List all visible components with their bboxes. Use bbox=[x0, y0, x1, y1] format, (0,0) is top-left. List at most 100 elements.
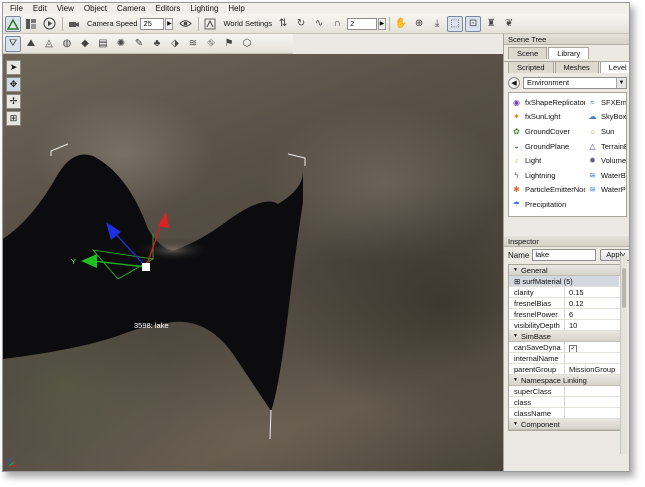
property-row[interactable]: className bbox=[509, 408, 625, 419]
library-item[interactable]: ♁ Light bbox=[509, 153, 585, 168]
section-header[interactable]: ▼ Namespace Linking bbox=[509, 375, 625, 386]
gui-editor-icon[interactable] bbox=[23, 16, 39, 32]
scrollbar-thumb[interactable] bbox=[622, 268, 626, 308]
decal-editor-icon[interactable]: ✎ bbox=[131, 36, 147, 52]
snap-size-arrow-icon[interactable]: ▶ bbox=[378, 17, 387, 30]
section-header[interactable]: ▼ SimBase bbox=[509, 331, 625, 342]
camera-speed-field[interactable]: 25 bbox=[140, 17, 165, 30]
property-value[interactable]: 0.15 bbox=[565, 287, 584, 297]
shape-editor-icon[interactable]: ◆ bbox=[77, 36, 93, 52]
property-value[interactable]: ✓ bbox=[565, 342, 577, 352]
world-settings-icon[interactable] bbox=[202, 16, 218, 32]
library-item[interactable]: ☂ Precipitation bbox=[509, 197, 585, 212]
frame-icon[interactable]: ⊡ bbox=[465, 15, 482, 32]
property-value[interactable]: 10 bbox=[565, 320, 577, 330]
convex-editor-icon[interactable]: ⬡ bbox=[239, 36, 255, 52]
library-item[interactable]: ≋ WaterBlock bbox=[585, 168, 626, 183]
property-row[interactable]: fresnelPower 6 bbox=[509, 309, 625, 320]
menu-lighting[interactable]: Lighting bbox=[185, 3, 223, 14]
property-row[interactable]: superClass bbox=[509, 386, 625, 397]
inspector-scrollbar[interactable] bbox=[620, 256, 627, 454]
camera-speed-arrow-icon[interactable]: ▶ bbox=[165, 17, 174, 30]
magnet-icon[interactable]: ∩ bbox=[329, 16, 345, 32]
property-value[interactable] bbox=[565, 397, 569, 407]
menu-camera[interactable]: Camera bbox=[112, 3, 150, 14]
property-row[interactable]: internalName bbox=[509, 353, 625, 364]
select-box-icon[interactable]: ⬚ bbox=[447, 15, 464, 32]
property-row[interactable]: parentGroup MissionGroup bbox=[509, 364, 625, 375]
library-item[interactable]: ✱ ParticleEmitterNode bbox=[509, 183, 585, 198]
menu-file[interactable]: File bbox=[5, 3, 28, 14]
drop-icon[interactable]: ⤓ bbox=[429, 16, 445, 32]
material-editor-icon[interactable]: ◍ bbox=[59, 36, 75, 52]
property-value[interactable]: MissionGroup bbox=[565, 364, 615, 374]
river-editor-icon[interactable]: ≋ bbox=[185, 36, 201, 52]
snap-soft-icon[interactable]: ∿ bbox=[311, 16, 327, 32]
mesh-road-icon[interactable]: ⬗ bbox=[167, 36, 183, 52]
menu-help[interactable]: Help bbox=[223, 3, 249, 14]
property-row[interactable]: visibilityDepth 10 bbox=[509, 320, 625, 331]
property-row[interactable]: clarity 0.15 bbox=[509, 287, 625, 298]
subtab-level[interactable]: Level bbox=[599, 61, 629, 73]
subtab-meshes[interactable]: Meshes bbox=[554, 61, 599, 73]
rotate-tool-icon[interactable]: ✢ bbox=[6, 94, 21, 109]
eye-icon[interactable] bbox=[177, 16, 193, 32]
property-value[interactable]: 6 bbox=[565, 309, 573, 319]
select-arrow-icon[interactable]: ➤ bbox=[6, 60, 21, 75]
road-editor-icon[interactable]: ⛗ bbox=[203, 36, 219, 52]
library-item[interactable]: ≋ WaterPlane bbox=[585, 183, 626, 198]
property-value[interactable] bbox=[565, 386, 569, 396]
snap-size-field[interactable]: 2 bbox=[347, 17, 378, 30]
property-row[interactable]: ⊞ surfMaterial (5) bbox=[509, 276, 625, 287]
tab-scene[interactable]: Scene bbox=[508, 47, 548, 59]
snap-grid-icon[interactable]: ⇅ bbox=[275, 16, 291, 32]
property-row[interactable]: fresnelBias 0.12 bbox=[509, 298, 625, 309]
library-item[interactable]: ☁ SkyBox bbox=[585, 110, 627, 125]
3d-viewport[interactable]: Y 3598: lake bbox=[3, 54, 503, 471]
library-item[interactable]: ◉ fxShapeReplicator bbox=[509, 95, 585, 110]
property-value[interactable] bbox=[565, 408, 569, 418]
move-tool-icon[interactable]: ✥ bbox=[6, 77, 21, 92]
name-field[interactable]: lake bbox=[532, 249, 597, 261]
library-item[interactable]: ≈ SFXEmitter bbox=[585, 95, 626, 110]
leaf-icon[interactable]: ❦ bbox=[501, 16, 517, 32]
property-key-text: fresnelPower bbox=[514, 310, 558, 319]
back-arrow-icon[interactable]: ◀ bbox=[508, 76, 520, 89]
menu-edit[interactable]: Edit bbox=[28, 3, 52, 14]
play-icon[interactable] bbox=[41, 16, 57, 32]
property-value[interactable]: 0.12 bbox=[565, 298, 584, 308]
object-editor-icon[interactable]: ⛛ bbox=[5, 35, 21, 52]
statue-icon[interactable]: ♜ bbox=[483, 16, 499, 32]
camera-icon[interactable] bbox=[66, 16, 82, 32]
world-editor-icon[interactable] bbox=[5, 15, 21, 32]
menu-editors[interactable]: Editors bbox=[150, 3, 185, 14]
terrain-editor-icon[interactable]: ⛰ bbox=[23, 36, 39, 52]
property-row[interactable]: canSaveDyna ✓ bbox=[509, 342, 625, 353]
library-item[interactable]: ☼ Sun bbox=[585, 124, 626, 139]
library-item[interactable]: ✹ VolumeLight bbox=[585, 153, 626, 168]
particle-editor-icon[interactable]: ✺ bbox=[113, 36, 129, 52]
subtab-scripted[interactable]: Scripted bbox=[508, 61, 554, 73]
scale-tool-icon[interactable]: ⊞ bbox=[6, 111, 21, 126]
library-item[interactable]: ϟ Lightning bbox=[509, 168, 585, 183]
datablock-editor-icon[interactable]: ▤ bbox=[95, 36, 111, 52]
property-row[interactable]: class bbox=[509, 397, 625, 408]
library-item[interactable]: ✦ fxSunLight bbox=[509, 110, 585, 125]
section-header[interactable]: ▼ Component bbox=[509, 419, 625, 430]
library-item[interactable]: △ TerrainBlock bbox=[585, 139, 626, 154]
checkbox[interactable]: ✓ bbox=[569, 345, 577, 352]
hand-icon[interactable]: ✋ bbox=[393, 16, 409, 32]
tab-library[interactable]: Library bbox=[548, 47, 590, 59]
library-item[interactable]: ◒ GroundPlane bbox=[509, 139, 585, 154]
terrain-painter-icon[interactable]: ◬ bbox=[41, 36, 57, 52]
forest-editor-icon[interactable]: ♣ bbox=[149, 36, 165, 52]
target-icon[interactable]: ⊕ bbox=[411, 16, 427, 32]
menu-view[interactable]: View bbox=[52, 3, 79, 14]
nav-editor-icon[interactable]: ⚑ bbox=[221, 36, 237, 52]
menu-object[interactable]: Object bbox=[79, 3, 112, 14]
library-item[interactable]: ✿ GroundCover bbox=[509, 124, 585, 139]
section-header[interactable]: ▼ General bbox=[509, 265, 625, 276]
property-value[interactable] bbox=[565, 353, 569, 363]
category-dropdown[interactable]: Environment ▼ bbox=[523, 76, 627, 89]
snap-rotate-icon[interactable]: ↻ bbox=[293, 16, 309, 32]
